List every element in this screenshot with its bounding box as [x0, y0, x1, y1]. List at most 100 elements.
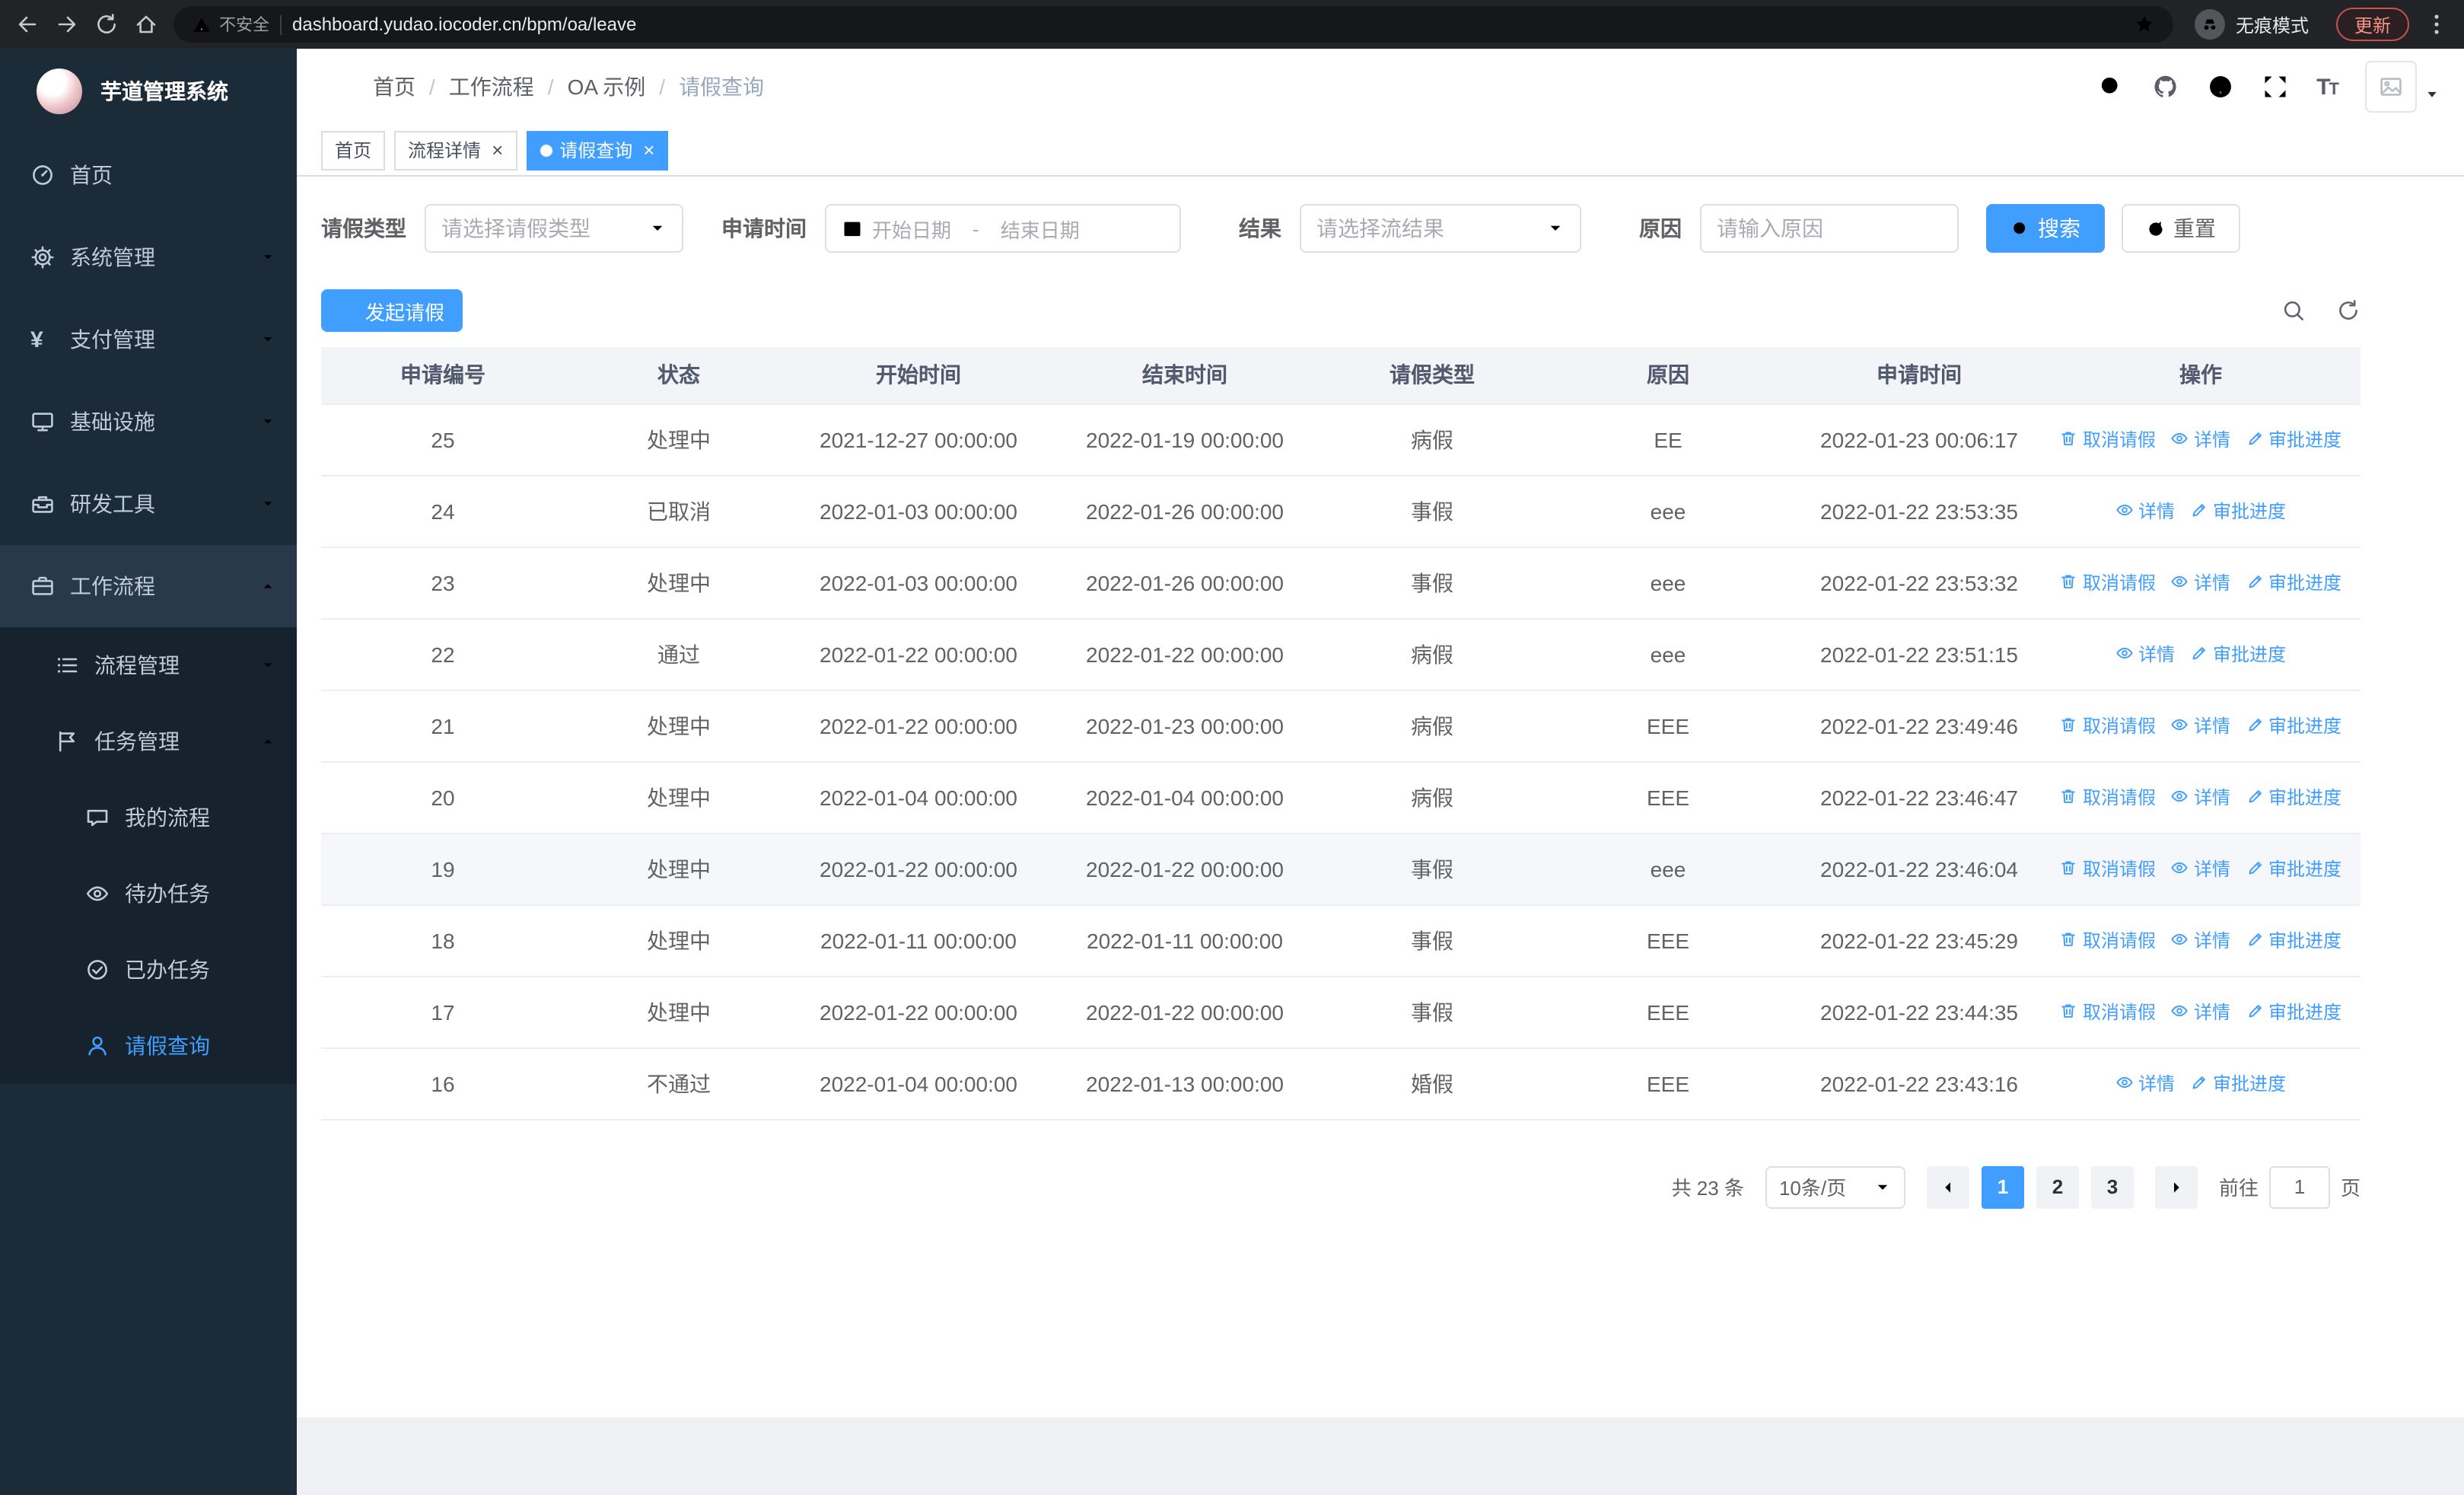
browser-menu-icon[interactable] — [2424, 12, 2449, 37]
sidebar-item-my-process[interactable]: 我的流程 — [0, 779, 297, 856]
reason-input[interactable] — [1717, 216, 1942, 241]
cell-start-time: 2022-01-04 00:00:00 — [793, 761, 1044, 834]
sidebar-item-system-mgmt[interactable]: 系统管理 — [0, 216, 297, 298]
approval-progress-link[interactable]: 审批进度 — [2246, 999, 2341, 1025]
detail-link[interactable]: 详情 — [2171, 569, 2230, 595]
sidebar-item-dev-tools[interactable]: 研发工具 — [0, 463, 297, 545]
cell-status: 通过 — [565, 618, 793, 690]
cell-reason: eee — [1539, 547, 1797, 619]
github-icon[interactable] — [2152, 73, 2179, 100]
sidebar-item-todo-tasks[interactable]: 待办任务 — [0, 856, 297, 932]
sidebar-item-infrastructure[interactable]: 基础设施 — [0, 381, 297, 463]
refresh-table-icon[interactable] — [2336, 298, 2361, 323]
detail-link[interactable]: 详情 — [2171, 999, 2230, 1025]
approval-progress-link[interactable]: 审批进度 — [2246, 856, 2341, 881]
cancel-leave-link[interactable]: 取消请假 — [2060, 569, 2156, 595]
page-button-1[interactable]: 1 — [1981, 1165, 2024, 1208]
apply-time-range-picker[interactable]: 开始日期 - 结束日期 — [825, 204, 1181, 253]
sidebar-item-task-mgmt[interactable]: 任务管理 — [0, 703, 297, 779]
help-icon[interactable] — [2207, 73, 2234, 100]
forward-icon[interactable] — [55, 12, 79, 37]
detail-link[interactable]: 详情 — [2171, 856, 2230, 881]
sidebar-item-payment-mgmt[interactable]: ¥ 支付管理 — [0, 298, 297, 381]
security-chip[interactable]: 不安全 — [192, 12, 269, 37]
detail-link[interactable]: 详情 — [2115, 641, 2175, 667]
cell-leave-type: 事假 — [1326, 833, 1539, 905]
sidebar-item-done-tasks[interactable]: 已办任务 — [0, 932, 297, 1008]
close-icon[interactable]: × — [643, 140, 654, 160]
approval-progress-link[interactable]: 审批进度 — [2190, 1070, 2286, 1096]
logo-avatar — [37, 69, 82, 114]
cancel-leave-link[interactable]: 取消请假 — [2060, 784, 2156, 810]
approval-progress-link[interactable]: 审批进度 — [2190, 641, 2286, 667]
page-button-3[interactable]: 3 — [2090, 1165, 2134, 1208]
cancel-leave-link[interactable]: 取消请假 — [2060, 999, 2156, 1025]
cancel-leave-link[interactable]: 取消请假 — [2060, 712, 2156, 738]
cancel-leave-link[interactable]: 取消请假 — [2060, 426, 2156, 452]
detail-link[interactable]: 详情 — [2171, 712, 2230, 738]
cancel-leave-link[interactable]: 取消请假 — [2060, 856, 2156, 881]
logo[interactable]: 芋道管理系统 — [0, 49, 297, 134]
page-size-select[interactable]: 10条/页 — [1765, 1165, 1905, 1208]
menu-fold-icon[interactable] — [321, 73, 349, 100]
active-dot — [540, 144, 552, 156]
eye-icon — [2171, 931, 2189, 949]
sidebar-item-process-mgmt[interactable]: 流程管理 — [0, 627, 297, 703]
browser-home-icon[interactable] — [134, 12, 158, 37]
result-select[interactable]: 请选择流结果 — [1300, 204, 1581, 253]
user-menu[interactable] — [2365, 61, 2440, 113]
font-size-icon[interactable]: TT — [2316, 74, 2339, 100]
trash-icon — [2060, 1003, 2078, 1021]
approval-progress-link[interactable]: 审批进度 — [2190, 498, 2286, 524]
reset-button[interactable]: 重置 — [2122, 204, 2240, 253]
next-page-button[interactable] — [2154, 1165, 2198, 1208]
approval-progress-link[interactable]: 审批进度 — [2246, 569, 2341, 595]
fullscreen-icon[interactable] — [2262, 73, 2289, 100]
leave-type-select[interactable]: 请选择请假类型 — [425, 204, 683, 253]
tab-leave-query[interactable]: 请假查询 × — [526, 130, 669, 170]
top-navbar: 首页 / 工作流程 / OA 示例 / 请假查询 TT — [297, 49, 2464, 125]
approval-progress-link[interactable]: 审批进度 — [2246, 712, 2341, 738]
search-button[interactable]: 搜索 — [1986, 204, 2105, 253]
address-bar[interactable]: 不安全 dashboard.yudao.iocoder.cn/bpm/oa/le… — [173, 6, 2173, 43]
detail-link[interactable]: 详情 — [2115, 1070, 2175, 1096]
header-search-icon[interactable] — [2097, 73, 2125, 100]
detail-link[interactable]: 详情 — [2115, 498, 2175, 524]
approval-progress-link[interactable]: 审批进度 — [2246, 784, 2341, 810]
back-icon[interactable] — [15, 12, 40, 37]
header-leave-type: 请假类型 — [1326, 347, 1539, 404]
cell-leave-type: 事假 — [1326, 475, 1539, 547]
cell-status: 处理中 — [565, 547, 793, 619]
toggle-search-icon[interactable] — [2281, 298, 2306, 323]
approval-progress-link[interactable]: 审批进度 — [2246, 927, 2341, 953]
cell-leave-type: 病假 — [1326, 618, 1539, 690]
sidebar-item-home[interactable]: 首页 — [0, 134, 297, 216]
tab-home[interactable]: 首页 — [321, 130, 386, 170]
browser-update-button[interactable]: 更新 — [2335, 8, 2409, 41]
bookmark-star-icon[interactable] — [2134, 14, 2155, 35]
detail-link[interactable]: 详情 — [2171, 426, 2230, 452]
breadcrumb-workflow[interactable]: 工作流程 — [449, 72, 534, 102]
tab-process-detail[interactable]: 流程详情 × — [394, 130, 517, 170]
sidebar-item-leave-query[interactable]: 请假查询 — [0, 1008, 297, 1084]
breadcrumb-oa-example[interactable]: OA 示例 — [568, 72, 646, 102]
breadcrumb-home[interactable]: 首页 — [373, 72, 415, 102]
goto-page-input[interactable] — [2268, 1165, 2330, 1208]
eye-icon — [2171, 430, 2189, 448]
page-button-2[interactable]: 2 — [2036, 1165, 2079, 1208]
close-icon[interactable]: × — [492, 140, 503, 160]
cancel-leave-link[interactable]: 取消请假 — [2060, 927, 2156, 953]
cell-apply-time: 2022-01-22 23:44:35 — [1797, 976, 2041, 1048]
reason-label: 原因 — [1639, 216, 1682, 241]
sidebar-item-workflow[interactable]: 工作流程 — [0, 545, 297, 627]
detail-link[interactable]: 详情 — [2171, 784, 2230, 810]
prev-page-button[interactable] — [1926, 1165, 1969, 1208]
tab-label: 流程详情 — [408, 140, 482, 161]
chevron-up-icon — [260, 574, 275, 598]
create-leave-button[interactable]: 发起请假 — [321, 289, 463, 332]
approval-progress-link[interactable]: 审批进度 — [2246, 426, 2341, 452]
reload-icon[interactable] — [94, 12, 119, 37]
detail-link[interactable]: 详情 — [2171, 927, 2230, 953]
cell-apply-time: 2022-01-22 23:45:29 — [1797, 904, 2041, 977]
trash-icon — [2060, 788, 2078, 806]
